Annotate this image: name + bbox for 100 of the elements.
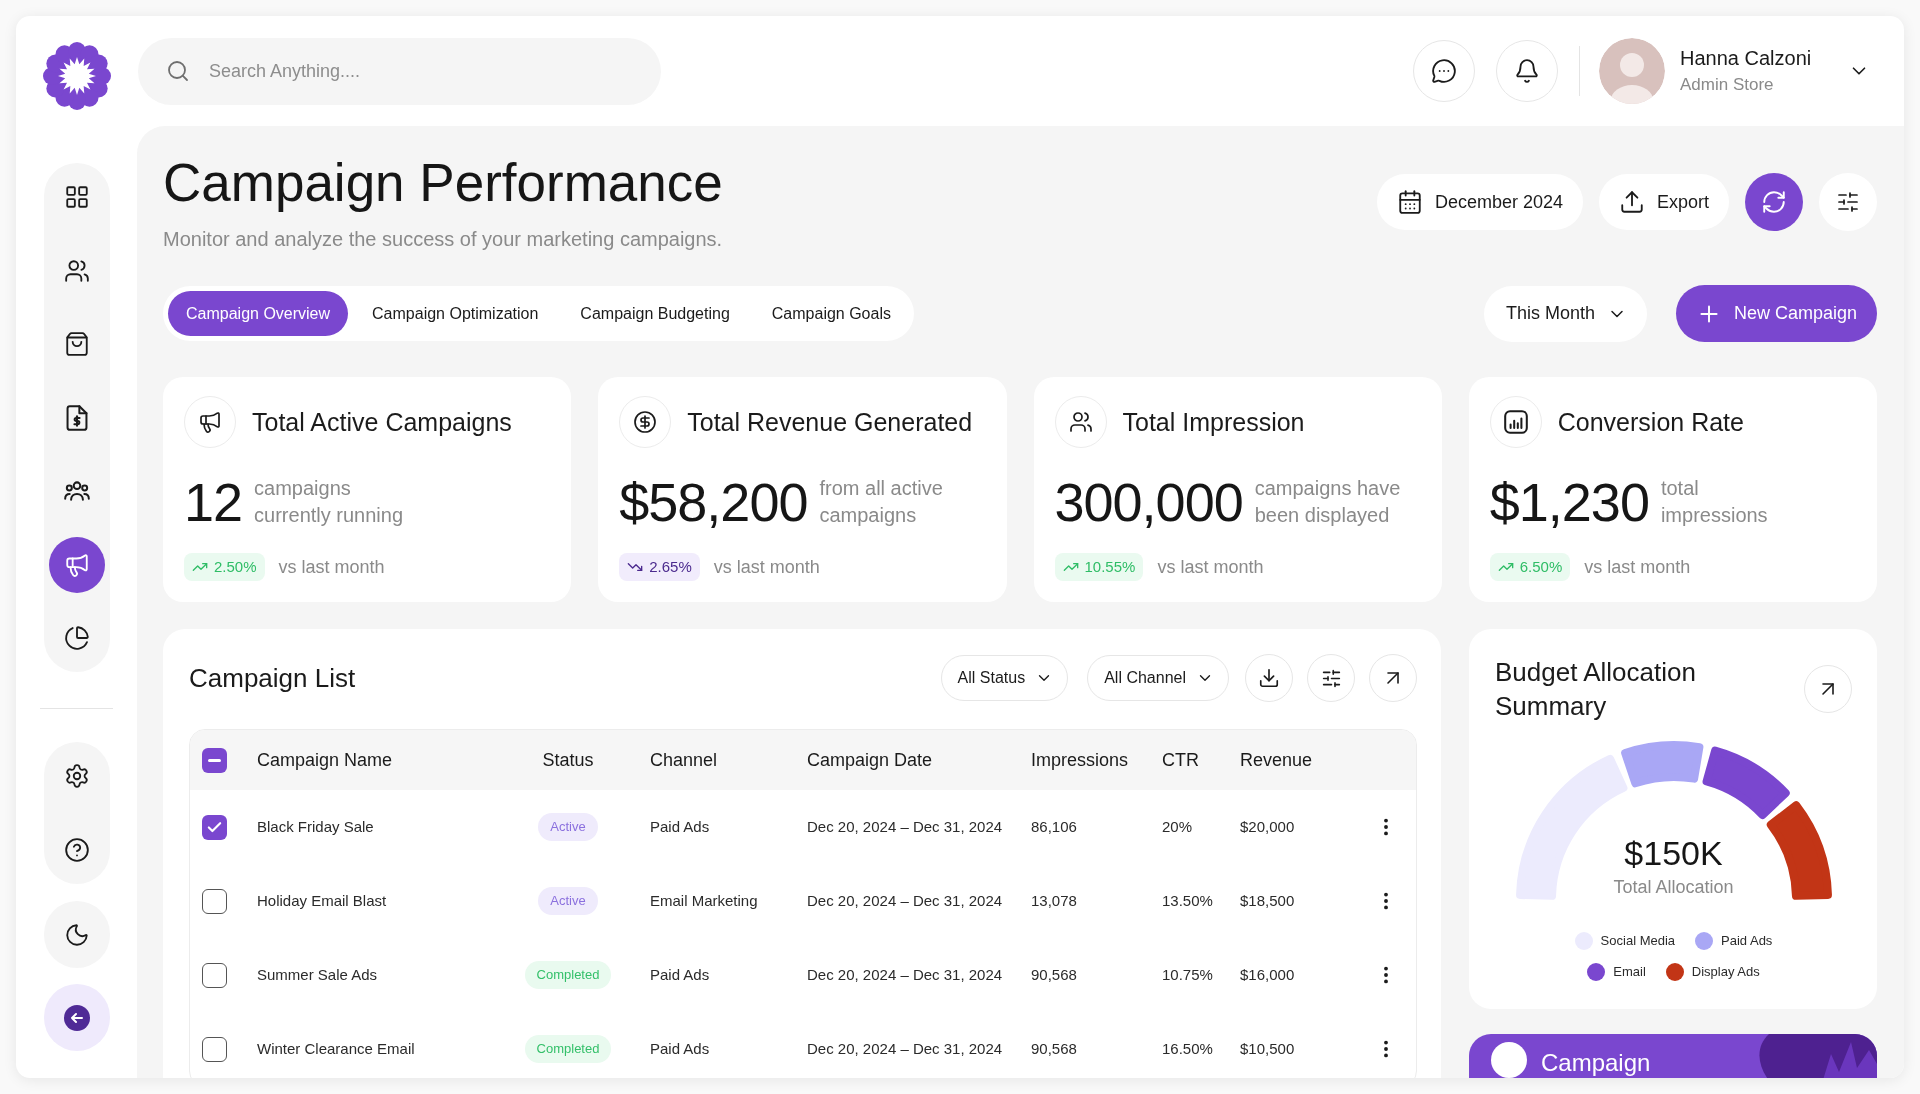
comparison-text: vs last month: [278, 556, 385, 578]
stat-value: $1,230: [1489, 474, 1649, 530]
ctr-value: 13.50%: [1162, 891, 1213, 911]
card-title: Campaign List: [189, 662, 356, 695]
campaign-status: Active: [538, 887, 598, 915]
column-header[interactable]: CTR: [1162, 749, 1199, 771]
legend-label: Social Media: [1600, 933, 1676, 949]
tab[interactable]: Campaign Goals: [753, 291, 909, 336]
change-value: 10.55%: [1084, 558, 1136, 576]
campaign-date: Dec 20, 2024 – Dec 31, 2024: [807, 817, 1003, 837]
column-header[interactable]: Status: [542, 749, 594, 771]
campaign-status: Active: [538, 813, 598, 841]
stat-description: from all active campaigns: [819, 476, 943, 528]
channel-name: Paid Ads: [650, 1039, 710, 1059]
channel-name: Paid Ads: [650, 965, 710, 985]
upload-icon: [1618, 189, 1645, 215]
tab[interactable]: Campaign Overview: [168, 291, 349, 336]
card-title: Budget Allocation Summary: [1495, 656, 1697, 723]
pie-chart-icon: [63, 625, 90, 651]
comparison-text: vs last month: [1584, 556, 1691, 578]
search-icon: [166, 58, 190, 83]
stat-value: 300,000: [1054, 474, 1243, 530]
megaphone-icon: [63, 551, 90, 578]
expand-button[interactable]: [1369, 654, 1417, 702]
help-icon: [63, 837, 90, 863]
campaign-status: Completed: [524, 1035, 612, 1063]
export-button[interactable]: Export: [1598, 174, 1729, 230]
column-header[interactable]: Revenue: [1240, 749, 1313, 771]
column-header[interactable]: Impressions: [1031, 749, 1129, 771]
stat-title: Total Impression: [1122, 407, 1305, 437]
stat-description: campaigns have been displayed: [1254, 476, 1401, 528]
impressions-value: 13,078: [1031, 891, 1077, 911]
tab[interactable]: Campaign Budgeting: [562, 291, 748, 336]
filter-dropdown[interactable]: All Channel: [1087, 655, 1229, 701]
row-checkbox[interactable]: [202, 1036, 227, 1062]
calendar-icon: [1396, 189, 1423, 215]
campaign-name: Summer Sale Ads: [257, 965, 378, 985]
user-name: Hanna Calzoni: [1680, 46, 1813, 70]
ctr-value: 10.75%: [1162, 965, 1213, 985]
period-dropdown[interactable]: This Month: [1483, 285, 1647, 342]
comparison-text: vs last month: [1157, 556, 1264, 578]
ctr-value: 20%: [1162, 817, 1193, 837]
logo-icon[interactable]: [42, 42, 111, 110]
stat-description: total impressions: [1660, 476, 1768, 528]
ctr-value: 16.50%: [1162, 1039, 1213, 1059]
filter-button[interactable]: [1307, 654, 1355, 702]
moon-icon: [63, 921, 90, 948]
row-checkbox[interactable]: [202, 814, 227, 840]
settings-icon: [63, 763, 90, 789]
page-subtitle: Monitor and analyze the success of your marketing campaigns.: [163, 227, 723, 252]
revenue-value: $16,000: [1240, 965, 1295, 985]
impressions-value: 90,568: [1031, 1039, 1077, 1059]
legend-label: Paid Ads: [1721, 933, 1773, 949]
download-icon: [1258, 667, 1280, 689]
campaign-status: Completed: [524, 961, 612, 989]
bell-icon: [1514, 58, 1540, 84]
channel-name: Email Marketing: [650, 891, 758, 911]
total-value: $150K: [1624, 833, 1723, 873]
impressions-value: 90,568: [1031, 965, 1077, 985]
date-picker-button[interactable]: December 2024: [1376, 174, 1583, 230]
change-value: 2.65%: [649, 558, 692, 576]
select-all-checkbox[interactable]: [202, 747, 227, 773]
campaign-name: Holiday Email Blast: [257, 891, 387, 911]
row-checkbox[interactable]: [202, 888, 227, 914]
channel-name: Paid Ads: [650, 817, 710, 837]
expand-button[interactable]: [1804, 665, 1852, 713]
tab[interactable]: Campaign Optimization: [354, 291, 557, 336]
column-header[interactable]: Channel: [650, 749, 718, 771]
campaign-date: Dec 20, 2024 – Dec 31, 2024: [807, 965, 1003, 985]
shopping-bag-icon: [63, 331, 90, 357]
campaign-name: Black Friday Sale: [257, 817, 374, 837]
refresh-button[interactable]: [1745, 173, 1803, 231]
sliders-icon: [1836, 190, 1860, 214]
revenue-value: $10,500: [1240, 1039, 1295, 1059]
legend-label: Email: [1613, 964, 1646, 980]
page-title: Campaign Performance: [163, 152, 723, 214]
sliders-icon: [1320, 667, 1342, 689]
stat-title: Total Active Campaigns: [252, 407, 512, 437]
comparison-text: vs last month: [713, 556, 820, 578]
legend-label: Display Ads: [1691, 964, 1760, 980]
column-header[interactable]: Campaign Date: [807, 749, 933, 771]
grid-icon: [63, 184, 90, 210]
chat-icon: [1431, 58, 1457, 84]
stat-value: $58,200: [619, 474, 808, 530]
new-campaign-button[interactable]: New Campaign: [1675, 285, 1877, 342]
change-value: 6.50%: [1519, 558, 1563, 576]
filter-dropdown[interactable]: All Status: [940, 655, 1069, 701]
campaign-date: Dec 20, 2024 – Dec 31, 2024: [807, 891, 1003, 911]
revenue-value: $20,000: [1240, 817, 1295, 837]
minus-icon: [208, 758, 221, 762]
users-icon: [63, 257, 90, 284]
campaign-name: Winter Clearance Email: [257, 1039, 415, 1059]
change-value: 2.50%: [214, 558, 257, 576]
stat-value: 12: [184, 474, 243, 530]
column-header[interactable]: Campaign Name: [257, 749, 393, 771]
row-checkbox[interactable]: [202, 962, 227, 988]
total-label: Total Allocation: [1613, 876, 1734, 899]
download-button[interactable]: [1245, 654, 1293, 702]
group-icon: [63, 478, 90, 504]
search-field[interactable]: Search Anything....: [138, 37, 661, 105]
